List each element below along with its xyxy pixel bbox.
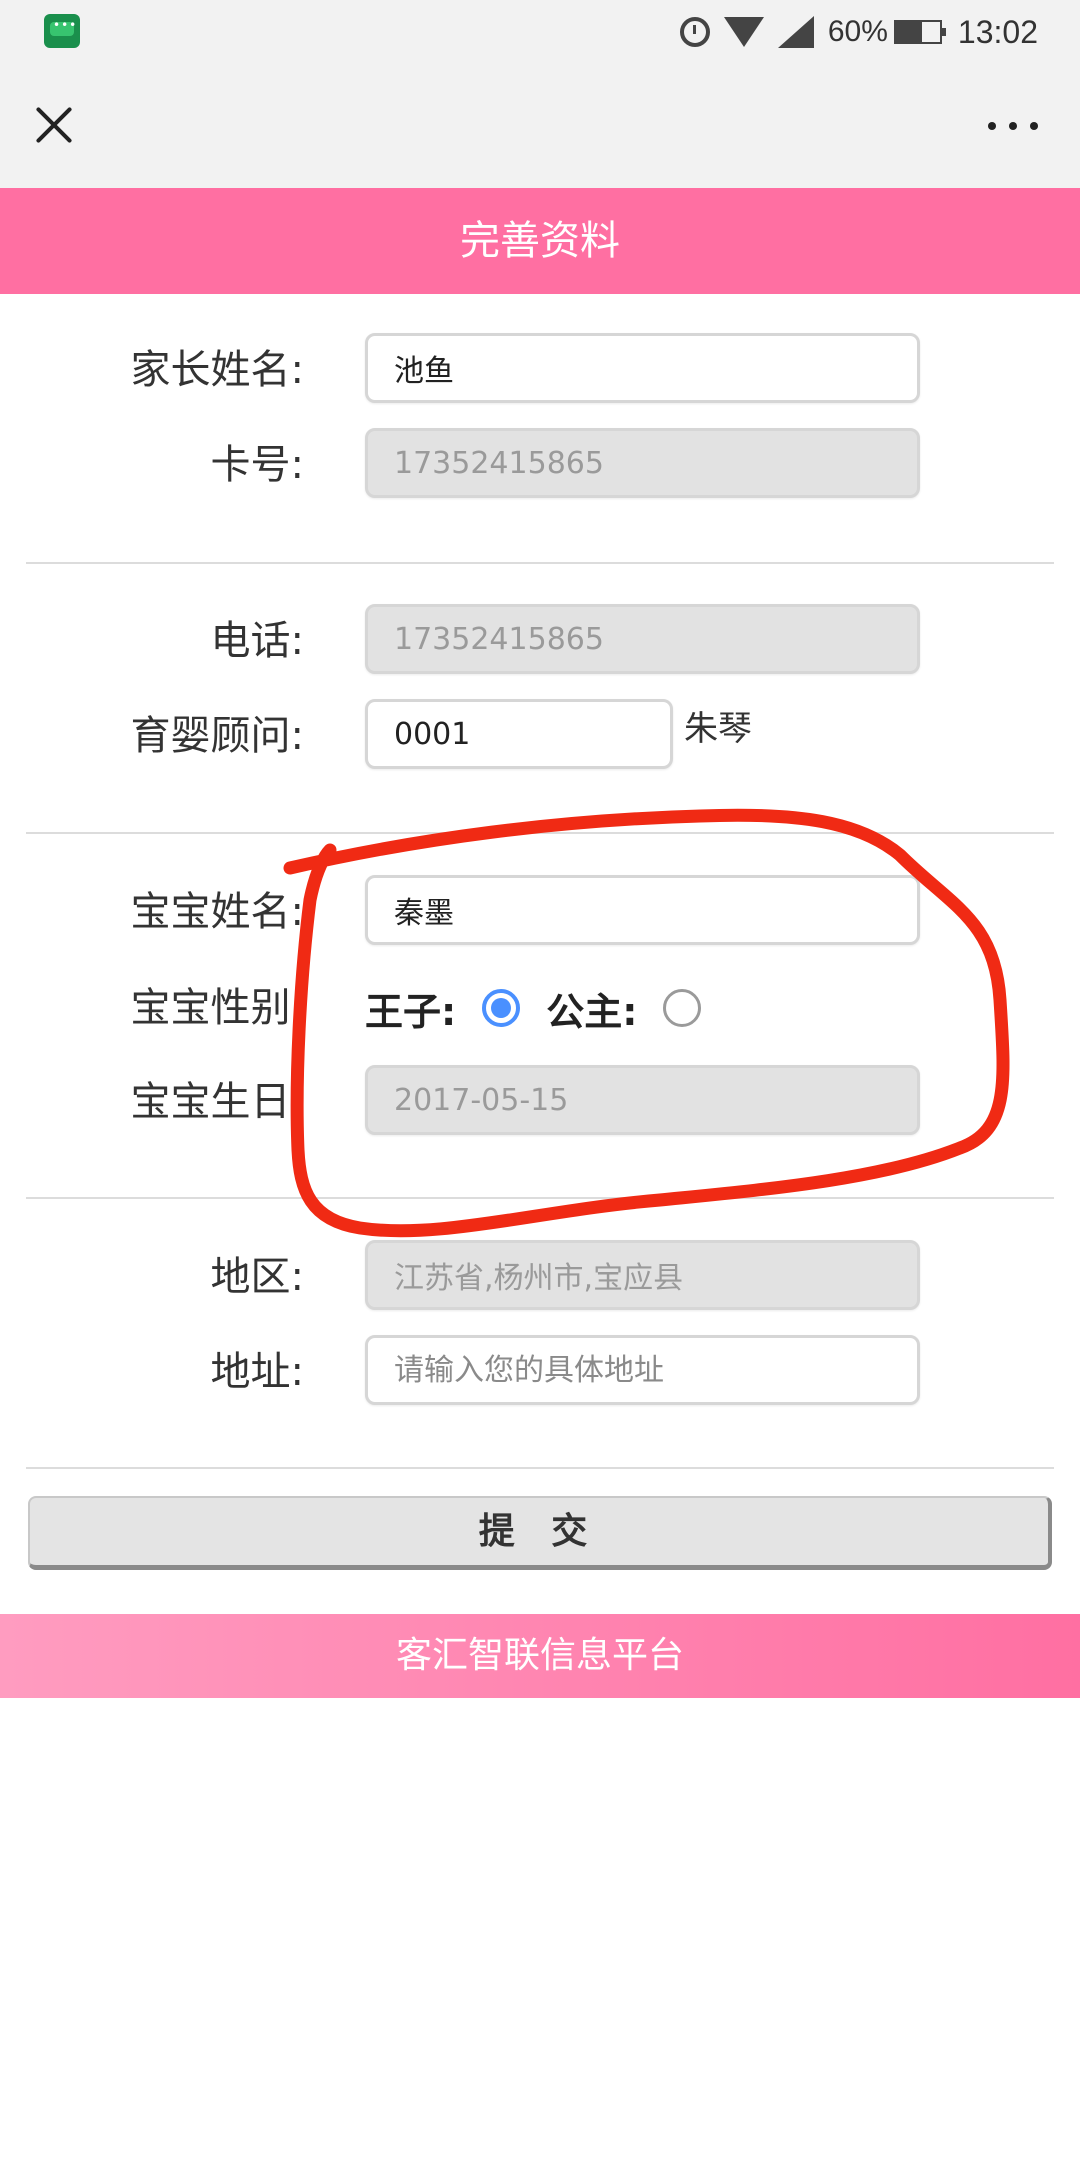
parent-name-input[interactable]	[365, 333, 920, 403]
status-bar: 60% 13:02	[0, 0, 1080, 64]
chat-app-icon	[44, 14, 80, 48]
prince-radio[interactable]	[482, 989, 521, 1027]
advisor-input[interactable]	[365, 699, 673, 769]
status-icons: 60% 13:02	[666, 8, 1038, 56]
status-time: 13:02	[957, 13, 1038, 50]
submit-button[interactable]: 提 交	[28, 1496, 1052, 1570]
parent-name-row: 家长姓名:	[0, 333, 1080, 407]
region-label: 地区:	[210, 1254, 304, 1300]
region-row: 地区:	[0, 1240, 1080, 1314]
footer-banner: 客汇智联信息平台	[0, 1614, 1080, 1698]
princess-radio[interactable]	[663, 989, 702, 1027]
baby-birthday-label: 宝宝生日:	[130, 1079, 304, 1125]
card-number-input[interactable]	[365, 428, 920, 498]
prince-option-label: 王子:	[365, 989, 457, 1034]
region-input[interactable]	[365, 1240, 920, 1310]
address-label: 地址:	[210, 1349, 304, 1395]
card-number-row: 卡号:	[0, 428, 1080, 502]
wifi-icon	[723, 17, 764, 47]
baby-birthday-row: 宝宝生日:	[0, 1065, 1080, 1139]
phone-label: 电话:	[210, 618, 304, 664]
phone-row: 电话:	[0, 604, 1080, 678]
baby-name-label: 宝宝姓名:	[130, 889, 304, 935]
baby-name-input[interactable]	[365, 875, 920, 945]
card-number-label: 卡号:	[210, 442, 304, 488]
address-input[interactable]	[365, 1335, 920, 1405]
signal-icon	[777, 16, 814, 48]
advisor-row: 育婴顾问: 朱琴	[0, 699, 1080, 773]
address-row: 地址:	[0, 1335, 1080, 1409]
advisor-name: 朱琴	[684, 709, 752, 749]
battery-icon	[893, 20, 946, 44]
alarm-icon	[679, 17, 710, 47]
baby-name-row: 宝宝姓名:	[0, 875, 1080, 949]
close-icon[interactable]	[34, 105, 74, 145]
gender-radio-group: 王子: 公主:	[365, 971, 727, 1045]
parent-name-label: 家长姓名:	[130, 347, 304, 393]
advisor-label: 育婴顾问:	[130, 713, 304, 759]
baby-gender-label: 宝宝性别:	[130, 985, 304, 1031]
baby-birthday-input[interactable]	[365, 1065, 920, 1135]
princess-option-label: 公主:	[546, 989, 638, 1034]
battery-percent: 60%	[827, 15, 888, 48]
battery-fill	[895, 22, 923, 42]
divider	[26, 1467, 1054, 1469]
page: 60% 13:02 完善资料 家长姓名: 卡号: 电话: 育婴顾问: 朱琴 宝宝…	[0, 0, 1080, 2160]
divider	[26, 1197, 1054, 1199]
more-icon[interactable]	[988, 116, 1038, 136]
phone-input[interactable]	[365, 604, 920, 674]
divider	[26, 832, 1054, 834]
baby-gender-row: 宝宝性别: 王子: 公主:	[0, 971, 1080, 1045]
nav-bar	[0, 64, 1080, 188]
divider	[26, 562, 1054, 564]
page-title: 完善资料	[0, 188, 1080, 294]
